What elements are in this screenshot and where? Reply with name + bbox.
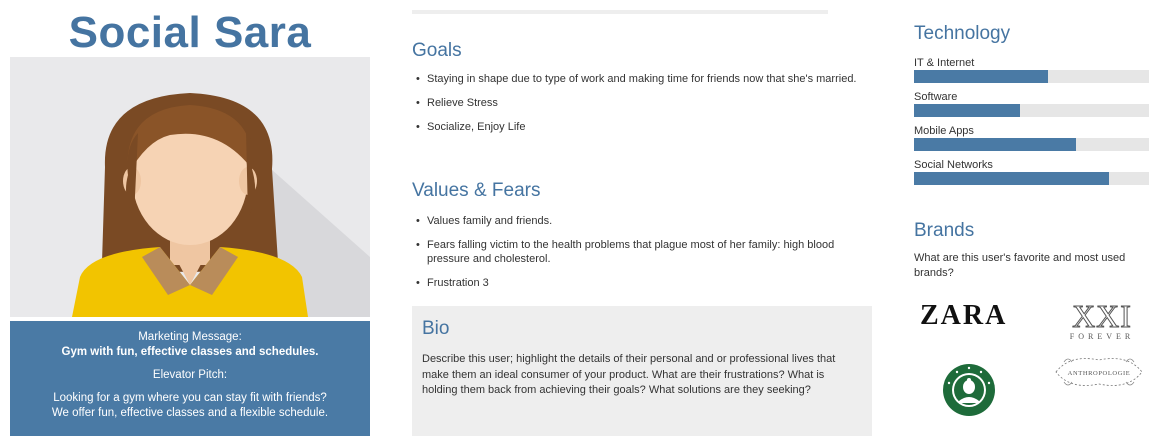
- tech-item-it-internet: IT & Internet: [914, 57, 1149, 83]
- tech-item-social-networks: Social Networks: [914, 159, 1149, 185]
- tech-label: Mobile Apps: [914, 125, 974, 137]
- tech-bar-track: [914, 104, 1149, 117]
- elevator-pitch-line-2: We offer fun, effective classes and a fl…: [51, 407, 329, 419]
- divider: [412, 10, 828, 14]
- tech-bar-fill: [914, 104, 1020, 117]
- tech-label: IT & Internet: [914, 57, 975, 69]
- forever21-logo: XXI FOREVER: [1057, 298, 1147, 342]
- brands-heading: Brands: [914, 220, 975, 241]
- technology-heading: Technology: [914, 23, 1011, 44]
- elevator-pitch-label: Elevator Pitch:: [152, 369, 228, 381]
- tech-label: Social Networks: [914, 159, 993, 171]
- persona-name: Social Sara: [68, 8, 312, 57]
- details-column: Goals Staying in shape due to type of wo…: [408, 0, 873, 436]
- tech-bar-track: [914, 138, 1149, 151]
- tech-bar-track: [914, 172, 1149, 185]
- starbucks-logo: [943, 364, 995, 416]
- values-heading: Values & Fears: [412, 180, 541, 201]
- bio-text: Describe this user; highlight the detail…: [422, 353, 836, 396]
- goal-item: Relieve Stress: [412, 96, 867, 110]
- avatar-illustration: [72, 93, 370, 317]
- tech-brands-column: Technology IT & Internet Software Mobile…: [912, 0, 1160, 436]
- tech-item-mobile-apps: Mobile Apps: [914, 125, 1149, 151]
- forever21-logo-word: FOREVER: [1069, 332, 1135, 341]
- goals-list: Staying in shape due to type of work and…: [412, 72, 867, 144]
- value-item: Fears falling victim to the health probl…: [412, 238, 867, 266]
- anthropologie-logo: ANTHROPOLOGIE: [1055, 358, 1143, 386]
- tech-bar-fill: [914, 172, 1110, 185]
- zara-logo: ZARA: [920, 300, 1008, 331]
- bio-heading: Bio: [422, 318, 450, 339]
- elevator-pitch-line-1: Looking for a gym where you can stay fit…: [53, 392, 327, 404]
- marketing-label: Marketing Message:: [138, 331, 242, 343]
- goal-item: Socialize, Enjoy Life: [412, 120, 867, 134]
- goals-heading: Goals: [412, 40, 462, 61]
- value-item: Frustration 3: [412, 276, 867, 290]
- tech-bar-fill: [914, 138, 1077, 151]
- values-list: Values family and friends. Fears falling…: [412, 214, 867, 300]
- forever21-logo-mark: XXI: [1072, 298, 1132, 334]
- tech-bar-track: [914, 70, 1149, 83]
- persona-card: Social Sara Marketing Message: Gym with …: [10, 0, 370, 436]
- marketing-text: Gym with fun, effective classes and sche…: [61, 346, 319, 358]
- persona-portrait: [10, 57, 370, 317]
- anthropologie-wordmark: ANTHROPOLOGIE: [1068, 370, 1131, 377]
- brands-description: What are this user's favorite and most u…: [914, 252, 1126, 279]
- marketing-panel: Marketing Message: Gym with fun, effecti…: [10, 321, 370, 436]
- tech-bar-fill: [914, 70, 1048, 83]
- tech-label: Software: [914, 91, 958, 103]
- goal-item: Staying in shape due to type of work and…: [412, 72, 867, 86]
- bio-panel: Bio Describe this user; highlight the de…: [412, 306, 872, 436]
- tech-item-software: Software: [914, 91, 1149, 117]
- value-item: Values family and friends.: [412, 214, 867, 228]
